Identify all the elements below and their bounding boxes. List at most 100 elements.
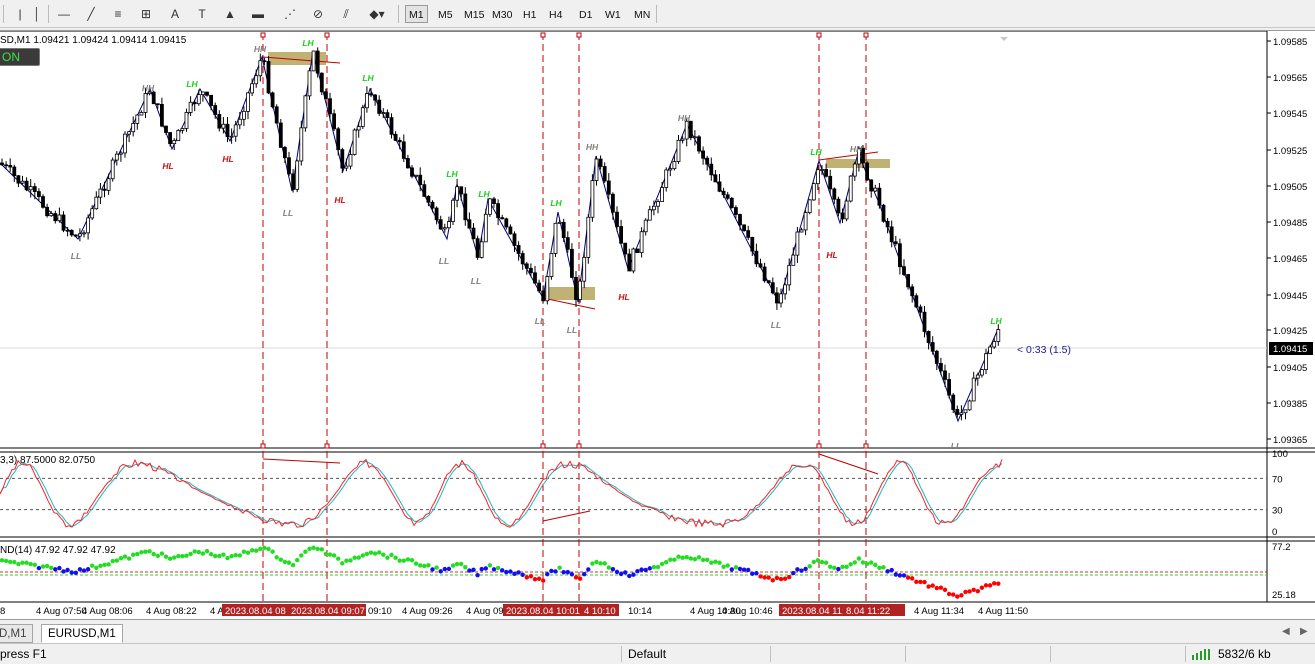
stoch-trend-line: [542, 510, 591, 522]
tab-scroll-right-icon[interactable]: ▶: [1300, 626, 1308, 637]
candle-body: [8, 164, 13, 168]
stoch-signal-line: [0, 460, 1003, 528]
candle-body: [512, 233, 517, 246]
timeframe-m5[interactable]: M5: [434, 5, 457, 23]
toolbar-separator: [3, 5, 4, 23]
ind2-dot: [951, 592, 956, 597]
ind2-dot: [614, 569, 620, 575]
stoch-level-label: 70: [1272, 474, 1283, 485]
ind2-dot: [852, 560, 857, 565]
swing-label: LL: [71, 251, 81, 261]
candle-body: [971, 377, 976, 402]
text-icon[interactable]: A: [165, 4, 185, 24]
shapes-dropdown-icon[interactable]: ◆▾: [364, 4, 390, 24]
candle-body: [766, 280, 771, 284]
grid-icon[interactable]: ⊞: [136, 4, 156, 24]
rectangle-icon[interactable]: ▬: [248, 4, 268, 24]
ind2-dot: [245, 550, 251, 555]
candle-body: [483, 213, 488, 243]
time-tick-label: 10:14: [628, 606, 652, 617]
timeframe-mn[interactable]: MN: [630, 5, 654, 23]
timeframe-h1[interactable]: H1: [519, 5, 540, 23]
ind2-dot: [336, 556, 341, 561]
fibonacci-icon[interactable]: ≡: [108, 4, 128, 24]
candle-body: [434, 207, 439, 221]
ind2-dot: [81, 568, 87, 573]
ind2-dot: [664, 560, 669, 565]
timeframe-w1[interactable]: W1: [601, 5, 625, 23]
ind2-dot: [114, 558, 120, 563]
candle-body: [873, 187, 878, 192]
channel-icon[interactable]: ⫽: [336, 4, 356, 24]
text-label-icon[interactable]: T: [192, 4, 212, 24]
timeframe-d1[interactable]: D1: [575, 5, 596, 23]
chart-canvas[interactable]: 1.09585 1.09565 1.09545 1.09525 1.09505 1.094…: [0, 31, 1315, 621]
candle-body: [471, 227, 476, 240]
chart-window[interactable]: 1.09585 1.09565 1.09545 1.09525 1.09505 1.094…: [0, 30, 1315, 620]
candle-body: [405, 157, 410, 169]
tab-scroll-left-icon[interactable]: ◀: [1282, 626, 1290, 637]
ind2-dot: [274, 555, 279, 560]
candle-body: [205, 91, 209, 96]
tab-chart-2[interactable]: EURUSD,M1: [41, 624, 123, 643]
swing-label: HH: [678, 113, 691, 123]
ind2-dot: [241, 549, 247, 554]
candle-body: [906, 274, 910, 288]
triangle-icon[interactable]: ▲: [220, 4, 240, 24]
ind2-dot: [668, 557, 673, 562]
ind2-dot: [344, 558, 349, 563]
candle-body: [57, 214, 62, 222]
timeframe-m15[interactable]: M15: [460, 5, 488, 23]
ind2-dot: [262, 545, 267, 551]
candle-body: [795, 231, 800, 256]
ind2-dot: [303, 549, 308, 554]
ind2-dot: [44, 563, 50, 569]
vertical-line-icon[interactable]: │: [27, 4, 47, 24]
ind2-dot: [446, 566, 452, 572]
ind2-dot: [873, 562, 878, 568]
horizontal-line-icon[interactable]: —: [54, 4, 74, 24]
candle-body: [717, 181, 722, 192]
ind2-dot: [122, 554, 128, 559]
candle-body: [106, 178, 111, 191]
ind2-dot: [110, 558, 115, 564]
ind2-dot: [208, 552, 214, 557]
stoch-level-label: 30: [1272, 506, 1283, 517]
swing-label: LL: [951, 441, 961, 451]
ind2-dot: [512, 571, 517, 577]
ind2-dot: [832, 565, 837, 571]
fib-fan-icon[interactable]: ⋰: [280, 4, 300, 24]
candle-body: [225, 123, 230, 138]
arrows-icon[interactable]: ⊘: [308, 4, 328, 24]
timeframe-h4[interactable]: H4: [545, 5, 566, 23]
candle-body: [127, 131, 131, 135]
ind2-dot: [942, 587, 948, 593]
candle-body: [516, 245, 521, 254]
toolbar-separator: [398, 5, 399, 23]
time-tick-label: 4 Aug 08:06: [82, 606, 133, 617]
ind2-dot: [32, 562, 37, 568]
ind2-dot: [946, 591, 952, 597]
marker-handle: [576, 443, 582, 449]
candle-body: [524, 263, 529, 269]
timeframe-m1[interactable]: M1: [405, 5, 428, 23]
candle-body: [196, 94, 201, 105]
swing-label: LH: [362, 73, 374, 83]
ind2-dot: [61, 569, 66, 574]
ind2-dot: [389, 552, 394, 558]
on-badge[interactable]: ON: [0, 48, 40, 66]
ind2-dot: [504, 569, 509, 575]
ind2-dot: [348, 558, 353, 563]
ind2-dot: [709, 560, 714, 565]
ind2-dot: [192, 549, 197, 554]
ind2-dot: [860, 560, 866, 565]
swing-label: HH: [254, 44, 267, 54]
timeframe-m30[interactable]: M30: [488, 5, 516, 23]
status-separator: [1185, 646, 1186, 662]
candle-body: [615, 211, 619, 227]
trendline-icon[interactable]: ╱: [81, 4, 101, 24]
status-help: press F1: [0, 647, 47, 661]
tab-chart-1[interactable]: D,M1: [0, 624, 34, 643]
candle-body: [955, 409, 960, 415]
candle-body: [24, 180, 29, 191]
